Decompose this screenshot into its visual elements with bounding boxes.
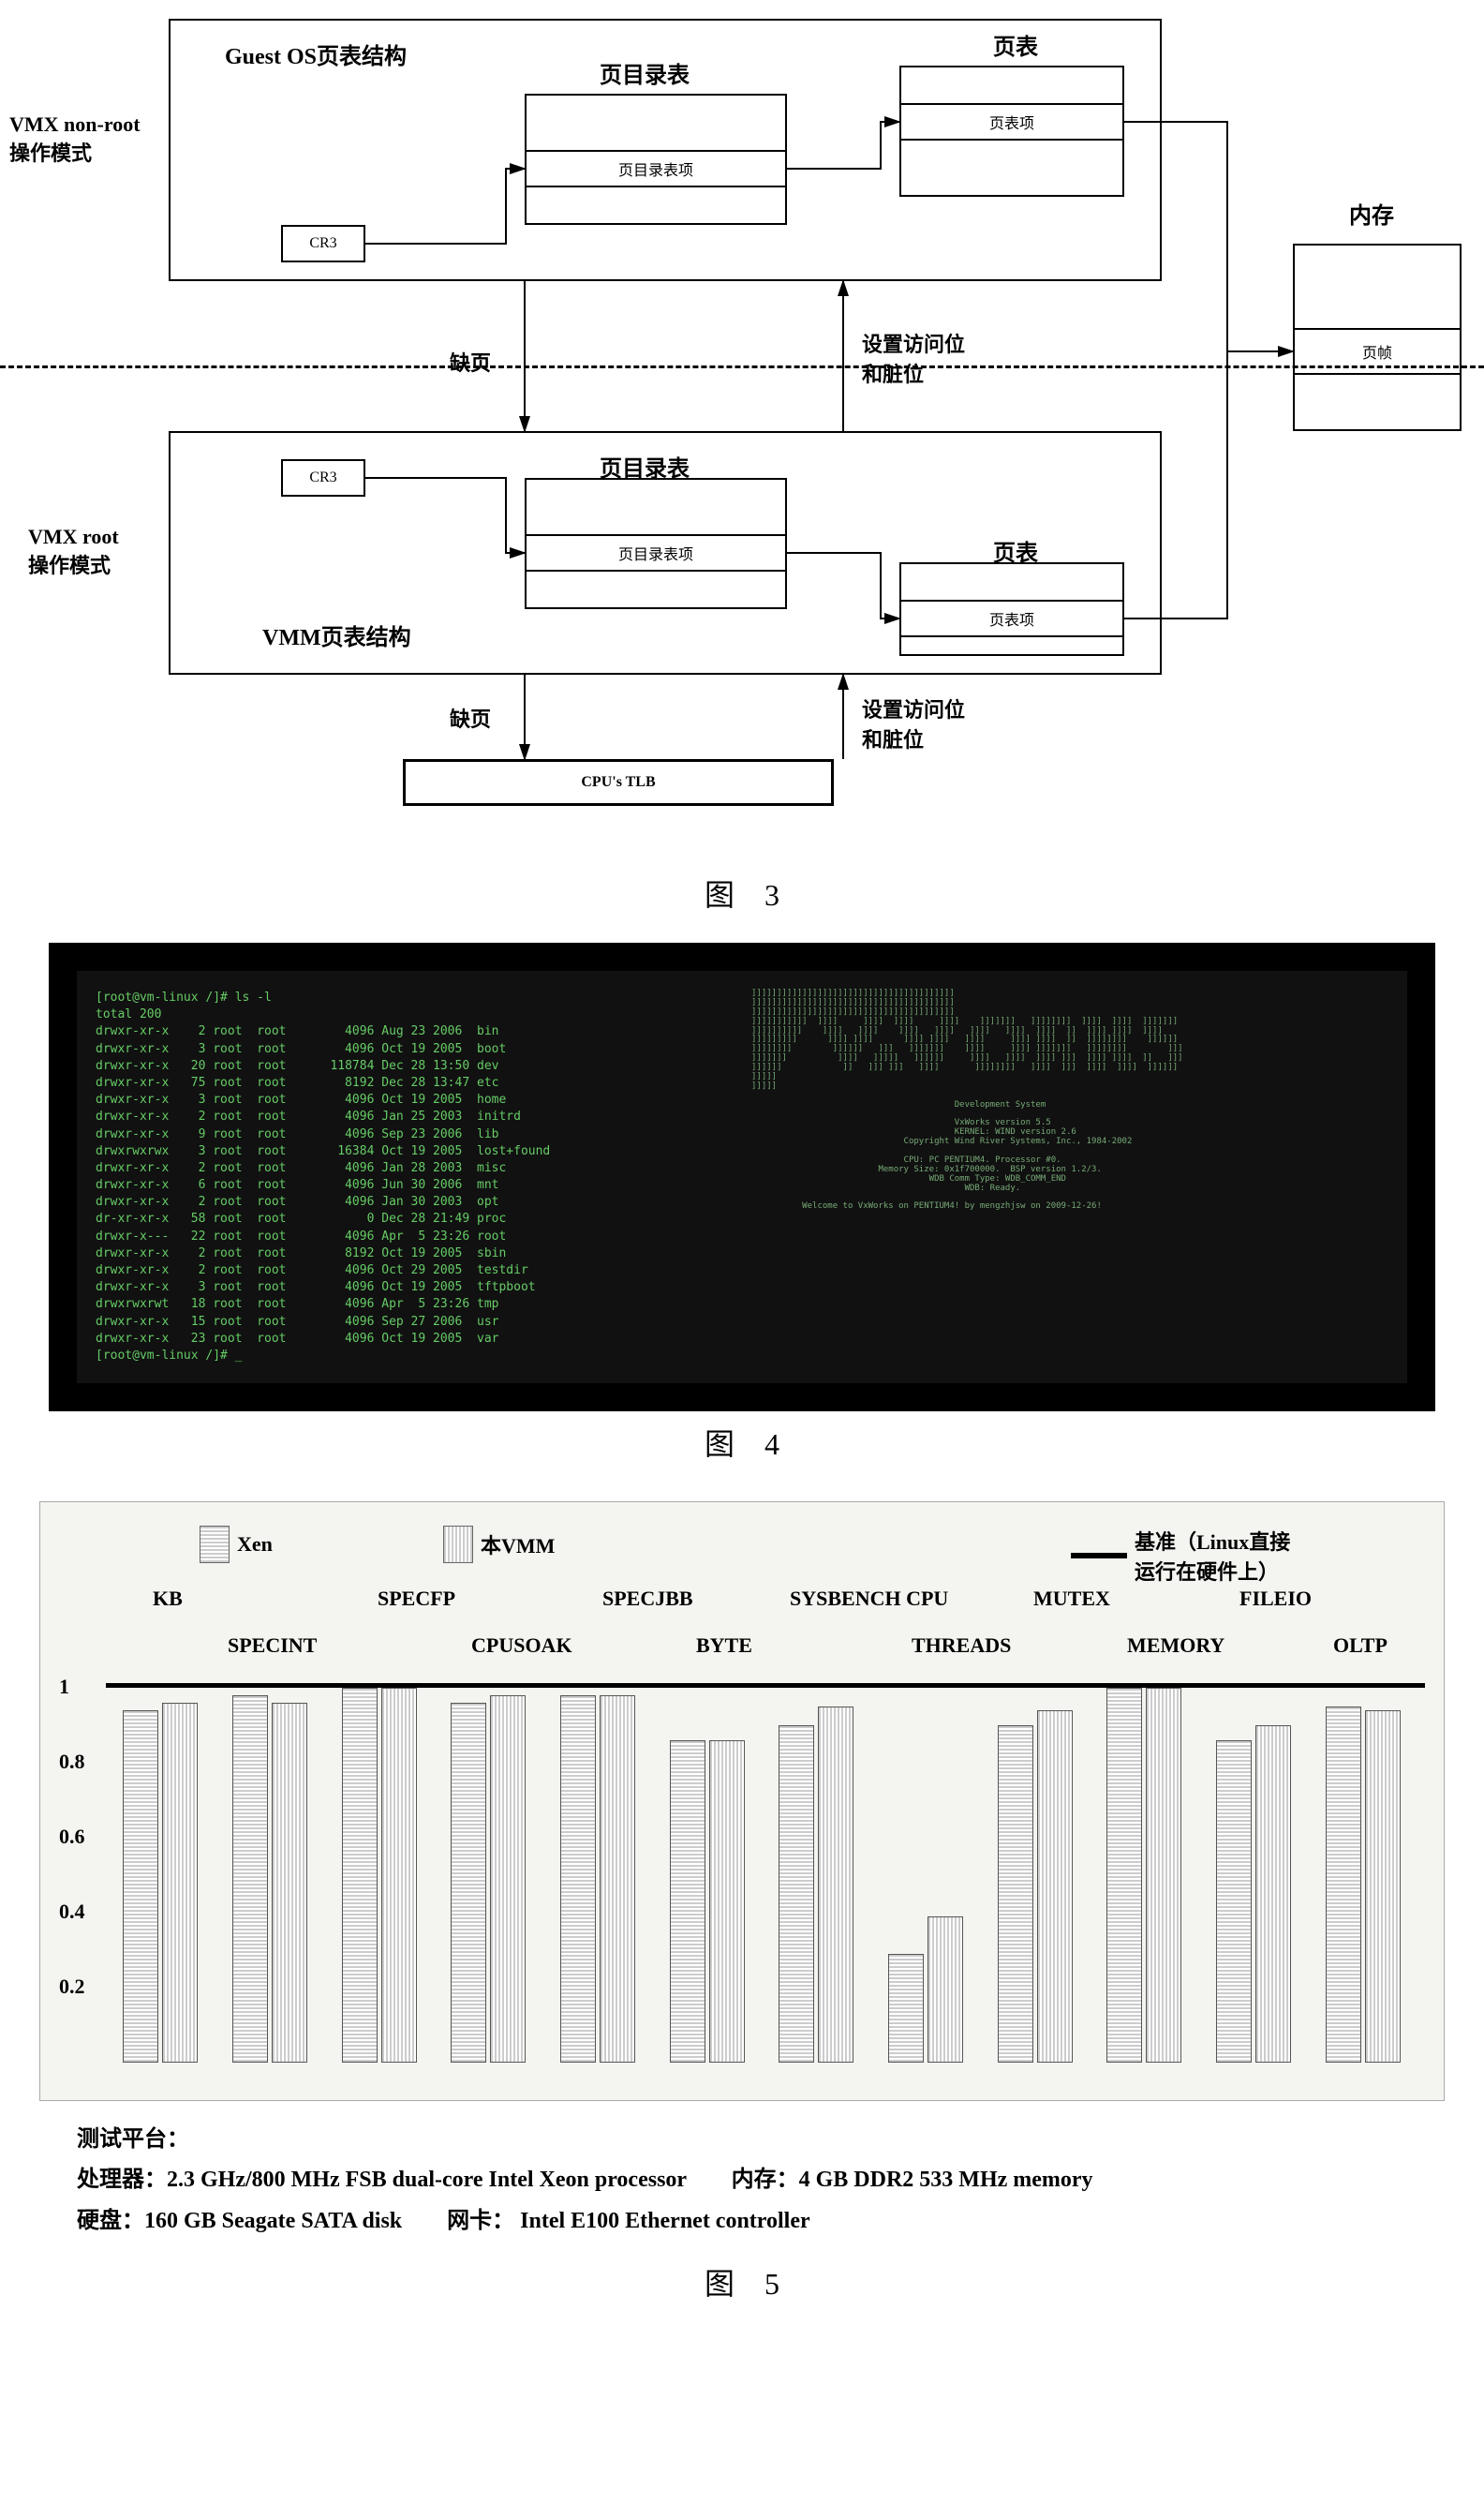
legend-base: 基准（Linux直接 运行在硬件上） — [1071, 1526, 1290, 1586]
fig3-caption: 图 3 — [0, 872, 1484, 915]
bar — [1146, 1688, 1181, 2063]
bar — [709, 1740, 745, 2063]
swatch-vmm-icon — [443, 1526, 473, 1563]
bar-group — [779, 1707, 853, 2063]
fig4-caption: 图 4 — [0, 1421, 1484, 1464]
bar-group — [670, 1740, 745, 2063]
bar — [1326, 1707, 1361, 2063]
terminal-left: [root@vm-linux /]# ls -l total 200 drwxr… — [96, 990, 733, 1364]
bar-group — [1106, 1688, 1181, 2063]
fig5-caption: 图 5 — [0, 2260, 1484, 2303]
bar-group — [342, 1688, 417, 2063]
bar — [272, 1703, 307, 2063]
legend-vmm: 本VMM — [443, 1526, 555, 1563]
bar — [670, 1740, 705, 2063]
figure-4-terminal: [root@vm-linux /]# ls -l total 200 drwxr… — [49, 943, 1435, 1411]
bar-group — [998, 1710, 1073, 2063]
bar — [1106, 1688, 1142, 2063]
bar — [998, 1725, 1033, 2063]
bar — [490, 1695, 526, 2063]
bar — [1037, 1710, 1073, 2063]
bar — [451, 1703, 486, 2063]
bar — [600, 1695, 635, 2063]
bar-group — [1216, 1725, 1291, 2063]
figure-5-chart: Xen 本VMM 基准（Linux直接 运行在硬件上） KBSPECFPSPEC… — [39, 1501, 1445, 2242]
legend-xen: Xen — [200, 1526, 273, 1563]
bar-group — [123, 1703, 198, 2063]
chart-legend: Xen 本VMM 基准（Linux直接 运行在硬件上） — [40, 1516, 1444, 1647]
bar — [779, 1725, 814, 2063]
bar-group — [1326, 1707, 1401, 2063]
bar — [342, 1688, 378, 2063]
swatch-base-icon — [1071, 1553, 1127, 1558]
bar — [162, 1703, 198, 2063]
bar-group — [451, 1695, 526, 2063]
chart-area: Xen 本VMM 基准（Linux直接 运行在硬件上） KBSPECFPSPEC… — [39, 1501, 1445, 2101]
bar-group — [560, 1695, 635, 2063]
platform-info: 测试平台： 处理器：2.3 GHz/800 MHz FSB dual-core … — [77, 2120, 1407, 2242]
plot-area: 0.20.40.60.81 — [106, 1671, 1425, 2063]
bar-group — [888, 1916, 963, 2063]
terminal-right: ]]]]]]]]]]]]]]]]]]]]]]]]]]]]]]]]]]]]]]]]… — [751, 990, 1388, 1364]
bar — [818, 1707, 853, 2063]
bar — [1255, 1725, 1291, 2063]
bar — [888, 1954, 924, 2063]
bar — [123, 1710, 158, 2063]
bar — [1365, 1710, 1401, 2063]
figure-3-diagram: Guest OS页表结构 VMX non-root 操作模式 页目录表 页目录表… — [0, 0, 1484, 862]
bar — [232, 1695, 268, 2063]
bar — [928, 1916, 963, 2063]
bar — [560, 1695, 596, 2063]
bar — [1216, 1740, 1252, 2063]
bar-group — [232, 1695, 307, 2063]
swatch-xen-icon — [200, 1526, 230, 1563]
bar — [381, 1688, 417, 2063]
arrows-svg — [0, 0, 1484, 862]
